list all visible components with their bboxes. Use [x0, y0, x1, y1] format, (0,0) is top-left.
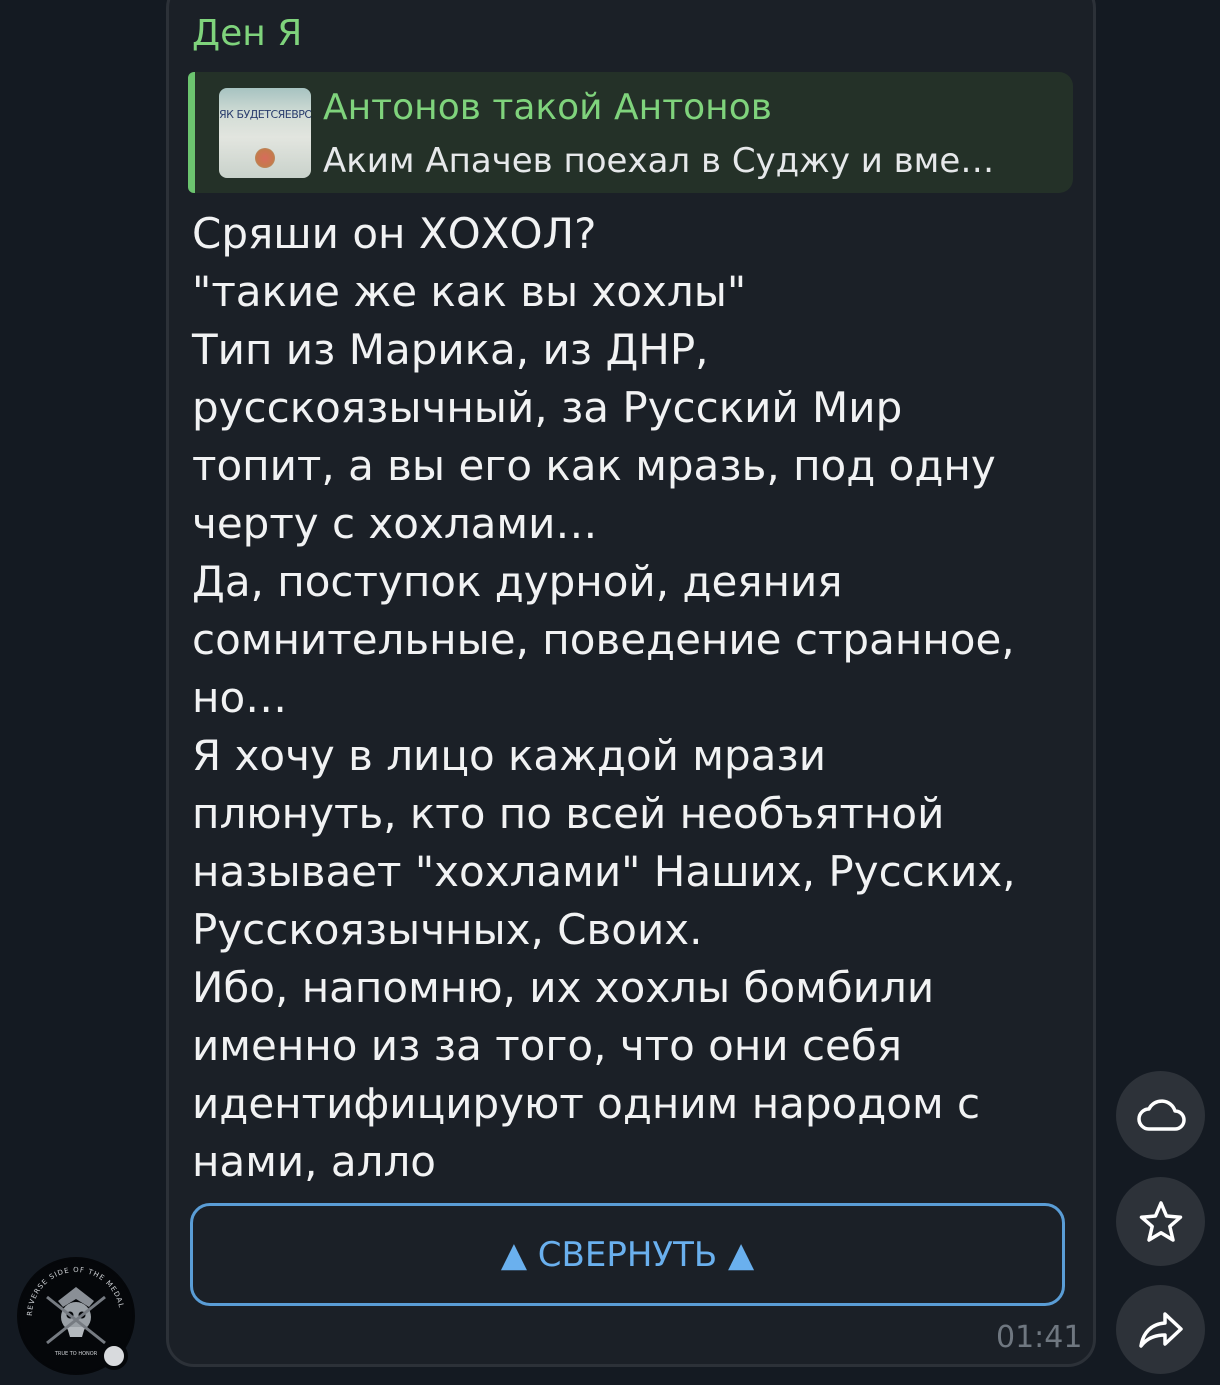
message-line: плюнуть, кто по всей необъятной [192, 789, 945, 838]
message-line: Да, поступок дурной, деяния [192, 557, 843, 606]
message-line: Сряши он ХОХОЛ? [192, 209, 597, 258]
reply-quote[interactable]: ЯК БУДЕТСЯЕВРОП Антонов такой Антонов Ак… [188, 72, 1073, 193]
message-line: Ибо, напомню, их хохлы бомбили [192, 963, 935, 1012]
message-line: идентифицируют одним народом с [192, 1079, 981, 1128]
message-time: 01:41 [996, 1320, 1083, 1355]
cloud-icon [1135, 1096, 1187, 1136]
cloud-button[interactable] [1116, 1071, 1205, 1160]
reply-title: Антонов такой Антонов [323, 87, 772, 128]
message-line: Я хочу в лицо каждой мрази [192, 731, 827, 780]
thumbnail-graphic [255, 148, 275, 168]
message-line: называет "хохлами" Наших, Русских, [192, 847, 1016, 896]
message-line: Русскоязычных, Своих. [192, 905, 703, 954]
message-line: "такие же как вы хохлы" [192, 267, 747, 316]
message-line: Тип из Марика, из ДНР, [192, 325, 709, 374]
collapse-button[interactable]: ▲ СВЕРНУТЬ ▲ [190, 1203, 1065, 1306]
thumbnail-text: ЯК БУДЕТСЯЕВРОП [219, 108, 311, 121]
message-text: Сряши он ХОХОЛ? "такие же как вы хохлы" … [192, 205, 1072, 1191]
message-line: черту с хохлами… [192, 499, 598, 548]
message-line: сомнительные, поведение странное, [192, 615, 1015, 664]
reply-thumbnail: ЯК БУДЕТСЯЕВРОП [219, 88, 311, 178]
share-button[interactable] [1116, 1285, 1205, 1374]
reply-preview: Аким Апачев поехал в Суджу и вме… [323, 141, 995, 181]
sender-name[interactable]: Ден Я [192, 12, 302, 56]
message-line: но… [192, 673, 288, 722]
avatar-bottom-text: TRUE TO HONOR [54, 1351, 98, 1357]
message-line: русскоязычный, за Русский Мир [192, 383, 903, 432]
favorite-button[interactable] [1116, 1177, 1205, 1266]
message-line: именно из за того, что они себя [192, 1021, 903, 1070]
online-status-dot [100, 1342, 128, 1370]
message-line: топит, а вы его как мразь, под одну [192, 441, 996, 490]
star-icon [1137, 1199, 1185, 1245]
message-line: нами, алло [192, 1137, 437, 1186]
share-icon [1137, 1309, 1185, 1351]
